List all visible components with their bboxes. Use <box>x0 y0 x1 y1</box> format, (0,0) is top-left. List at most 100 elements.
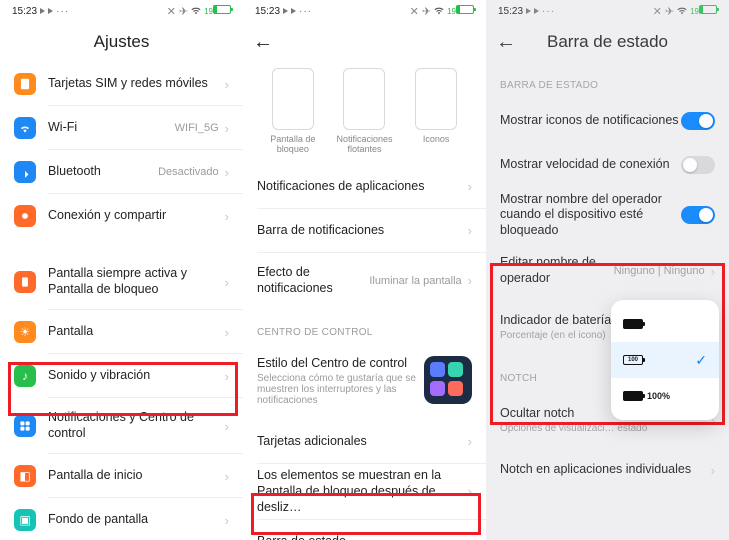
play-icon <box>283 8 288 14</box>
battery-icon: 19 <box>204 5 231 17</box>
row-sound[interactable]: ♪ Sonido y vibración › <box>0 354 243 398</box>
page-header: ← Barra de estado <box>486 22 729 62</box>
wifi-icon <box>677 6 687 16</box>
row-bluetooth[interactable]: Bluetooth Desactivado › <box>0 150 243 194</box>
wallpaper-icon: ▣ <box>14 509 36 531</box>
notifications-screen: 15:23 ··· ✕ ✈ 19 ← Pantalla de bloqueo <box>243 0 486 540</box>
row-sim[interactable]: Tarjetas SIM y redes móviles › <box>0 62 243 106</box>
clock: 15:23 <box>12 6 37 17</box>
row-notification-effect[interactable]: Efecto de notificaciones Iluminar la pan… <box>243 253 486 309</box>
airplane-icon: ✈ <box>422 5 431 18</box>
toggle[interactable] <box>681 156 715 174</box>
row-cc-style[interactable]: Estilo del Centro de control Selecciona … <box>243 346 486 420</box>
bluetooth-icon <box>14 161 36 183</box>
chevron-right-icon: › <box>225 325 229 340</box>
wifi-icon <box>434 6 444 16</box>
row-aod[interactable]: Pantalla siempre activa y Pantalla de bl… <box>0 254 243 310</box>
row-display[interactable]: ☀ Pantalla › <box>0 310 243 354</box>
row-share[interactable]: Conexión y compartir › <box>0 194 243 238</box>
popup-option-icon-only[interactable] <box>611 306 719 342</box>
play-icon <box>40 8 45 14</box>
lock-screen-icon <box>14 271 36 293</box>
row-show-speed[interactable]: Mostrar velocidad de conexión <box>486 143 729 187</box>
play-icon <box>534 8 539 14</box>
back-button[interactable]: ← <box>496 31 516 54</box>
chevron-right-icon: › <box>468 273 472 288</box>
chevron-right-icon: › <box>225 275 229 290</box>
sound-icon: ♪ <box>14 365 36 387</box>
row-home[interactable]: ◧ Pantalla de inicio › <box>0 454 243 498</box>
icons-thumb <box>415 68 457 130</box>
play-icon <box>48 8 53 14</box>
row-status-bar[interactable]: Barra de estado › <box>243 520 486 540</box>
status-bar: 15:23 ··· ✕ ✈ 19 <box>243 0 486 22</box>
row-edit-carrier[interactable]: Editar nombre de operador Ninguno | Ning… <box>486 243 729 299</box>
popup-option-percent-outside[interactable]: 100% <box>611 378 719 414</box>
wifi-icon <box>14 117 36 139</box>
row-lock-elements[interactable]: Los elementos se muestran en la Pantalla… <box>243 464 486 520</box>
status-bar: 15:23 ··· ✕ ✈ 19 <box>486 0 729 22</box>
play-icon <box>291 8 296 14</box>
toggle[interactable] <box>681 206 715 224</box>
toggle[interactable] <box>681 112 715 130</box>
battery-solid-icon <box>623 319 643 329</box>
section-control-center: CENTRO DE CONTROL <box>243 309 486 346</box>
back-button[interactable]: ← <box>253 31 273 54</box>
play-icon <box>526 8 531 14</box>
row-notifications[interactable]: Notificaciones y Centro de control › <box>0 398 243 454</box>
display-icon: ☀ <box>14 321 36 343</box>
card-icons[interactable]: Iconos <box>407 68 465 155</box>
card-floating[interactable]: Notificaciones flotantes <box>335 68 393 155</box>
popup-option-percent-inside[interactable]: 100 ✓ <box>611 342 719 378</box>
settings-screen: 15:23 ··· ✕ ✈ 19 Ajustes Tarjetas SIM y … <box>0 0 243 540</box>
battery-indicator-popup: 100 ✓ 100% <box>611 300 719 420</box>
row-notch-apps[interactable]: Notch en aplicaciones individuales › <box>486 448 729 492</box>
chevron-right-icon: › <box>225 121 229 136</box>
battery-icon: 19 <box>690 5 717 17</box>
battery-icon: 19 <box>447 5 474 17</box>
more-icon: ··· <box>542 6 555 17</box>
page-title: Barra de estado <box>547 32 668 52</box>
chevron-right-icon: › <box>225 419 229 434</box>
status-bar-screen: 15:23 ··· ✕ ✈ 19 ← Barra de estado BARRA… <box>486 0 729 540</box>
control-center-icon <box>424 356 472 404</box>
mute-icon: ✕ <box>167 5 176 18</box>
airplane-icon: ✈ <box>179 5 188 18</box>
row-wifi[interactable]: Wi-Fi WIFI_5G › <box>0 106 243 150</box>
chevron-right-icon: › <box>225 209 229 224</box>
battery-solid-icon <box>623 391 643 401</box>
chevron-right-icon: › <box>225 165 229 180</box>
clock: 15:23 <box>498 6 523 17</box>
chevron-right-icon: › <box>225 513 229 528</box>
row-extra-cards[interactable]: Tarjetas adicionales › <box>243 420 486 464</box>
more-icon: ··· <box>299 6 312 17</box>
notifications-icon <box>14 415 36 437</box>
row-app-notifications[interactable]: Notificaciones de aplicaciones › <box>243 165 486 209</box>
more-icon: ··· <box>56 6 69 17</box>
sim-icon <box>14 73 36 95</box>
card-lockscreen[interactable]: Pantalla de bloqueo <box>264 68 322 155</box>
page-title: Ajustes <box>0 22 243 62</box>
chevron-right-icon: › <box>225 77 229 92</box>
clock: 15:23 <box>255 6 280 17</box>
row-wallpaper[interactable]: ▣ Fondo de pantalla › <box>0 498 243 540</box>
chevron-right-icon: › <box>711 463 715 478</box>
battery-percent-inside-icon: 100 <box>623 355 643 365</box>
check-icon: ✓ <box>695 352 707 369</box>
row-show-icons[interactable]: Mostrar iconos de notificaciones <box>486 99 729 143</box>
chevron-right-icon: › <box>468 534 472 540</box>
row-show-carrier[interactable]: Mostrar nombre del operador cuando el di… <box>486 187 729 243</box>
page-header: ← <box>243 22 486 62</box>
row-notification-bar[interactable]: Barra de notificaciones › <box>243 209 486 253</box>
mute-icon: ✕ <box>410 5 419 18</box>
share-icon <box>14 205 36 227</box>
chevron-right-icon: › <box>225 369 229 384</box>
chevron-right-icon: › <box>711 264 715 279</box>
status-bar: 15:23 ··· ✕ ✈ 19 <box>0 0 243 22</box>
chevron-right-icon: › <box>225 469 229 484</box>
airplane-icon: ✈ <box>665 5 674 18</box>
section-status-bar: BARRA DE ESTADO <box>486 62 729 99</box>
chevron-right-icon: › <box>468 223 472 238</box>
home-icon: ◧ <box>14 465 36 487</box>
chevron-right-icon: › <box>468 434 472 449</box>
